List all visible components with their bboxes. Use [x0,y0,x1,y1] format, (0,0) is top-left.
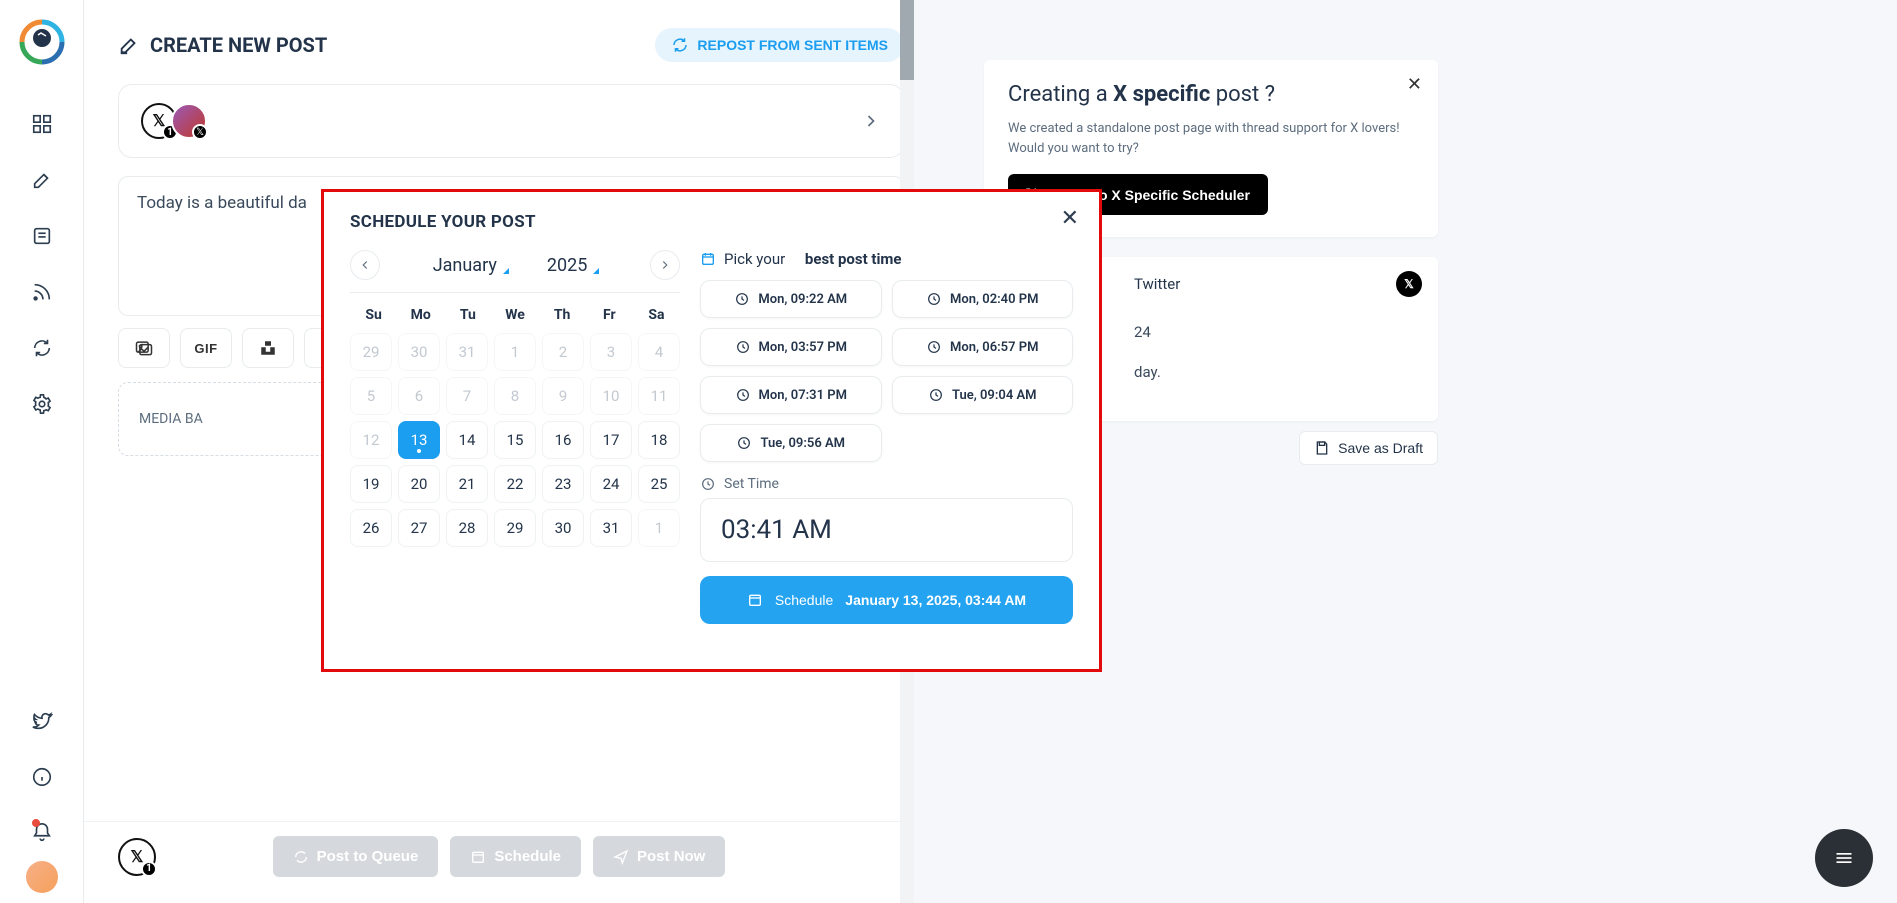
time-suggestion[interactable]: Tue, 09:04 AM [892,376,1074,414]
cal-day[interactable]: 30 [542,509,584,547]
cal-day[interactable]: 6 [398,377,440,415]
dow-label: Th [539,307,586,323]
modal-title: SCHEDULE YOUR POST [350,212,1073,232]
sidebar [0,0,84,903]
action-account-icon[interactable]: 𝕏 1 [118,838,156,876]
modal-close-icon[interactable]: ✕ [1061,206,1079,231]
cal-day[interactable]: 20 [398,465,440,503]
cal-day[interactable]: 11 [638,377,680,415]
dow-label: Fr [586,307,633,323]
set-time-label: Set Time [700,476,1073,492]
promo-title: Creating a X specific post ? [1008,82,1414,107]
time-suggestion[interactable]: Mon, 06:57 PM [892,328,1074,366]
schedule-button-bottom[interactable]: Schedule [450,836,581,877]
action-row: 𝕏 1 Post to Queue Schedule Post Now [84,821,914,891]
dow-label: Tu [444,307,491,323]
time-suggestion[interactable]: Mon, 02:40 PM [892,280,1074,318]
cal-day[interactable]: 13 [398,421,440,459]
cal-day[interactable]: 28 [446,509,488,547]
cal-day[interactable]: 12 [350,421,392,459]
nav-twitter-icon[interactable] [22,701,62,741]
nav-compose-icon[interactable] [22,160,62,200]
cal-day[interactable]: 4 [638,333,680,371]
cal-day[interactable]: 3 [590,333,632,371]
dow-label: Mo [397,307,444,323]
cal-month-select[interactable]: January [433,255,507,276]
cal-day[interactable]: 9 [542,377,584,415]
cal-prev-icon[interactable] [350,250,380,280]
nav-recycle-icon[interactable] [22,328,62,368]
pick-time-label: Pick your best post time [700,250,1073,268]
time-suggestion[interactable]: Mon, 03:57 PM [700,328,882,366]
accounts-selector[interactable]: 𝕏 1 𝕏 [118,84,904,158]
cal-day[interactable]: 1 [494,333,536,371]
time-panel: Pick your best post time Mon, 09:22 AM Mo… [700,250,1073,624]
image-upload-icon[interactable] [118,328,170,368]
nav-bell-icon[interactable] [22,813,62,853]
nav-dashboard-icon[interactable] [22,104,62,144]
unsplash-icon[interactable] [242,328,294,368]
cal-day[interactable]: 29 [350,333,392,371]
schedule-confirm-button[interactable]: Schedule January 13, 2025, 03:44 AM [700,576,1073,624]
cal-day[interactable]: 29 [494,509,536,547]
nav-news-icon[interactable] [22,216,62,256]
cal-day[interactable]: 27 [398,509,440,547]
cal-day[interactable]: 21 [446,465,488,503]
nav-rss-icon[interactable] [22,272,62,312]
calendar: January 2025 SuMoTuWeThFrSa 293031123456… [350,250,680,624]
nav-avatar[interactable] [26,861,58,893]
account-network-badge: 𝕏 [192,124,208,140]
cal-day[interactable]: 16 [542,421,584,459]
cal-day[interactable]: 7 [446,377,488,415]
schedule-modal: SCHEDULE YOUR POST ✕ January 2025 SuMoTu… [321,189,1102,672]
cal-day[interactable]: 31 [446,333,488,371]
dow-label: We [491,307,538,323]
cal-day[interactable]: 19 [350,465,392,503]
cal-day[interactable]: 25 [638,465,680,503]
promo-close-icon[interactable]: ✕ [1407,74,1422,95]
x-icon: 𝕏 [1396,271,1422,297]
cal-day[interactable]: 2 [542,333,584,371]
repost-button[interactable]: REPOST FROM SENT ITEMS [655,28,904,62]
app-logo [18,18,66,66]
cal-day[interactable]: 23 [542,465,584,503]
cal-day[interactable]: 30 [398,333,440,371]
cal-day[interactable]: 14 [446,421,488,459]
cal-day[interactable]: 24 [590,465,632,503]
cal-day[interactable]: 31 [590,509,632,547]
chevron-right-icon [861,111,881,131]
time-input[interactable]: 03:41 AM [700,498,1073,562]
time-suggestion[interactable]: Mon, 09:22 AM [700,280,882,318]
right-panel: ✕ Creating a X specific post ? We create… [964,0,1897,903]
nav-info-icon[interactable] [22,757,62,797]
cal-day[interactable]: 18 [638,421,680,459]
save-draft-button[interactable]: Save as Draft [1299,431,1438,465]
dow-label: Su [350,307,397,323]
promo-desc: We created a standalone post page with t… [1008,119,1414,158]
cal-day[interactable]: 1 [638,509,680,547]
page-title: CREATE NEW POST [118,33,327,57]
dow-label: Sa [633,307,680,323]
nav-settings-icon[interactable] [22,384,62,424]
cal-day[interactable]: 17 [590,421,632,459]
cal-day[interactable]: 8 [494,377,536,415]
cal-day[interactable]: 22 [494,465,536,503]
menu-fab[interactable] [1815,829,1873,887]
action-account-badge: 1 [141,861,157,877]
cal-day[interactable]: 10 [590,377,632,415]
account-avatar[interactable]: 𝕏 [171,103,207,139]
gif-button[interactable]: GIF [180,328,232,368]
cal-day[interactable]: 26 [350,509,392,547]
cal-next-icon[interactable] [650,250,680,280]
post-now-button[interactable]: Post Now [593,836,725,877]
cal-year-select[interactable]: 2025 [547,255,597,276]
cal-day[interactable]: 15 [494,421,536,459]
time-suggestion[interactable]: Tue, 09:56 AM [700,424,882,462]
post-queue-button[interactable]: Post to Queue [273,836,439,877]
cal-day[interactable]: 5 [350,377,392,415]
time-suggestion[interactable]: Mon, 07:31 PM [700,376,882,414]
